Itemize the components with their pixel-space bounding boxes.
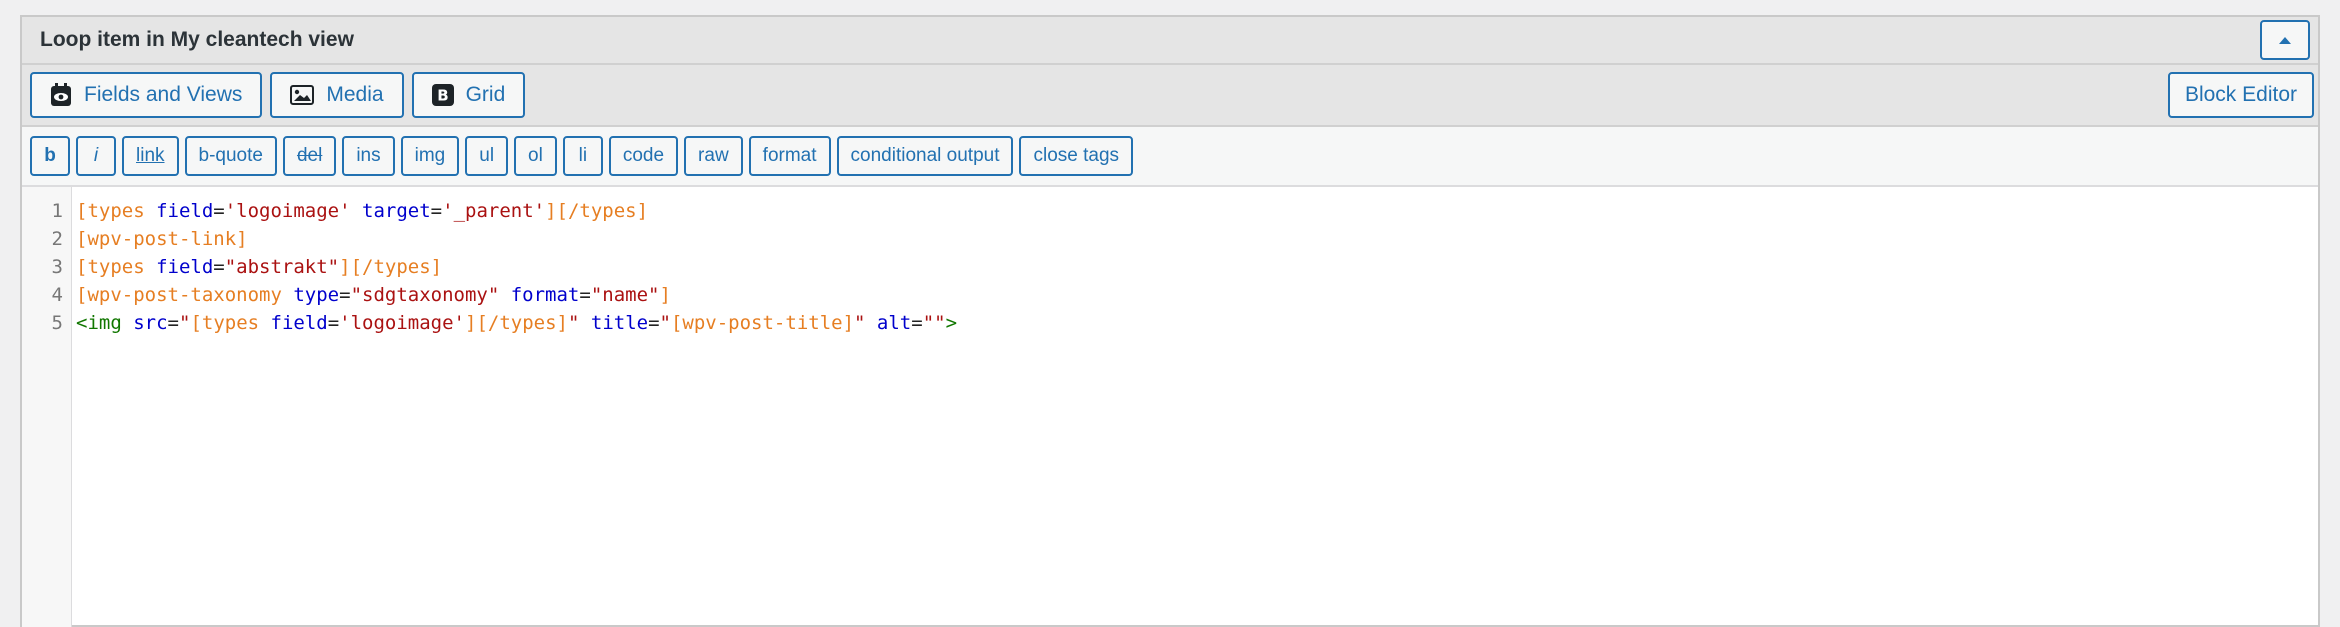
code-token: =	[167, 312, 179, 334]
qt-img-button[interactable]: img	[400, 136, 460, 176]
code-token: field	[156, 256, 214, 278]
qt-ul-button[interactable]: ul	[465, 136, 509, 176]
qt-ins-button[interactable]: ins	[342, 136, 395, 176]
code-token: [types	[76, 256, 157, 278]
code-area[interactable]: [types field='logoimage' target='_parent…	[72, 187, 2318, 627]
block-editor-button[interactable]: Block Editor	[2167, 72, 2314, 118]
code-line[interactable]: [types field="abstrakt"][/types]	[76, 253, 2318, 281]
code-line[interactable]: [types field='logoimage' target='_parent…	[76, 197, 2318, 225]
code-token: 'logoimage'	[224, 200, 351, 222]
qt-li-button[interactable]: li	[562, 136, 603, 176]
code-token: ][/types]	[465, 312, 568, 334]
code-token: [wpv-post-link]	[76, 228, 248, 250]
code-token: [types	[76, 200, 157, 222]
code-token: =	[213, 256, 225, 278]
qt-conditional-output-button[interactable]: conditional output	[836, 136, 1014, 176]
code-token: <img	[76, 312, 134, 334]
grid-label: Grid	[465, 83, 506, 106]
qt-bold-button[interactable]: b	[30, 136, 70, 176]
chevron-up-icon	[2279, 36, 2291, 44]
code-token: [wpv-post-title]	[670, 312, 855, 334]
code-token: [types	[190, 312, 271, 334]
code-token: src	[133, 312, 168, 334]
code-token: =	[339, 284, 351, 306]
grid-button[interactable]: B Grid	[411, 72, 526, 118]
code-token: "	[854, 312, 866, 334]
code-token: "	[659, 312, 671, 334]
loop-item-panel: Loop item in My cleantech view Fields an…	[20, 15, 2320, 627]
qt-link-button[interactable]: link	[122, 136, 179, 176]
code-token: =	[213, 200, 225, 222]
code-token: '_parent'	[442, 200, 546, 222]
line-number-gutter: 1 2 3 4 5	[22, 187, 72, 627]
qt-italic-button[interactable]: i	[76, 136, 116, 176]
panel-header: Loop item in My cleantech view	[22, 17, 2318, 65]
code-token: ][/types]	[545, 200, 649, 222]
code-token: ""	[922, 312, 946, 334]
qt-bquote-button[interactable]: b-quote	[184, 136, 277, 176]
qt-code-button[interactable]: code	[608, 136, 679, 176]
code-token: =	[327, 312, 340, 334]
qt-ol-button[interactable]: ol	[514, 136, 557, 176]
code-token: "	[567, 312, 580, 334]
code-token: "sdgtaxonomy"	[350, 284, 500, 306]
code-token: =	[579, 284, 591, 306]
code-token: =	[911, 312, 923, 334]
code-line[interactable]: [wpv-post-taxonomy type="sdgtaxonomy" fo…	[76, 281, 2318, 309]
svg-text:B: B	[437, 87, 448, 105]
code-token: >	[945, 312, 958, 334]
code-token: alt	[876, 312, 912, 334]
code-token: ][/types]	[339, 256, 443, 278]
code-token: =	[648, 312, 660, 334]
code-token: "	[178, 312, 191, 334]
code-token: target	[362, 200, 431, 222]
media-label: Media	[326, 83, 384, 106]
line-number: 4	[51, 284, 63, 306]
quicktags-toolbar: b i link b-quote del ins img ul ol li co…	[22, 127, 2318, 187]
code-line[interactable]: <img src="[types field='logoimage'][/typ…	[76, 309, 2318, 337]
code-token: ]	[659, 284, 671, 306]
editor-tabs-bar: Fields and Views Media B Grid Block Edit…	[22, 65, 2318, 127]
code-token: format	[510, 284, 580, 306]
panel-title: Loop item in My cleantech view	[40, 28, 354, 51]
code-token: [wpv-post-taxonomy	[76, 284, 294, 306]
fields-views-icon	[50, 83, 72, 107]
qt-close-tags-button[interactable]: close tags	[1019, 136, 1134, 176]
code-editor[interactable]: 12345 [types field='logoimage' target='_…	[22, 187, 2318, 627]
line-number: 3	[51, 256, 63, 278]
line-number: 2	[51, 228, 63, 250]
qt-del-button[interactable]: del	[282, 136, 337, 176]
code-token: 'logoimage'	[339, 312, 466, 334]
line-number: 5	[51, 312, 63, 334]
code-token: title	[590, 312, 649, 334]
qt-raw-button[interactable]: raw	[684, 136, 743, 176]
code-token: field	[270, 312, 328, 334]
code-token: type	[293, 284, 340, 306]
line-number: 1	[51, 200, 63, 222]
qt-format-button[interactable]: format	[748, 136, 831, 176]
code-token: "name"	[590, 284, 660, 306]
fields-and-views-button[interactable]: Fields and Views	[30, 72, 263, 118]
media-icon	[290, 85, 315, 105]
code-token: field	[156, 200, 214, 222]
bootstrap-icon: B	[431, 84, 454, 106]
code-line[interactable]: [wpv-post-link]	[76, 225, 2318, 253]
code-token: =	[430, 200, 443, 222]
media-button[interactable]: Media	[270, 72, 404, 118]
fields-and-views-label: Fields and Views	[84, 83, 243, 106]
collapse-button[interactable]	[2260, 20, 2310, 60]
code-token: "abstrakt"	[224, 256, 340, 278]
